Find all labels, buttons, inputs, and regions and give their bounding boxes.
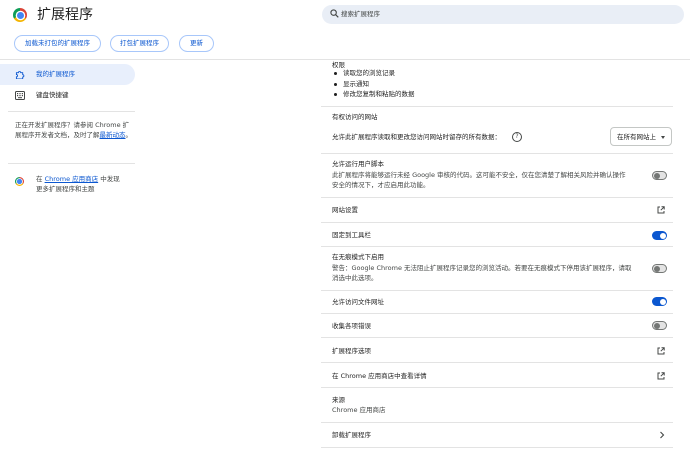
site-settings-row[interactable]: 网站设置 (332, 205, 358, 215)
site-access-selected: 在所有网站上 (617, 133, 656, 141)
section-divider (321, 197, 673, 198)
toggle-knob (654, 265, 660, 272)
toggle-knob (654, 172, 660, 179)
toggle-knob (654, 322, 660, 329)
view-in-store-row[interactable]: 在 Chrome 应用商店中查看详情 (332, 371, 427, 381)
section-divider (321, 362, 673, 363)
pin-toolbar-label: 固定到工具栏 (332, 231, 371, 239)
chevron-right-icon[interactable] (659, 431, 665, 439)
section-divider (321, 106, 673, 107)
permissions-list: 读取您的浏览记录 显示通知 修改您复制和粘贴的数据 (334, 68, 415, 100)
permission-item: 修改您复制和粘贴的数据 (334, 89, 415, 100)
sidebar-item-keyboard-shortcuts[interactable]: 键盘快捷键 (0, 85, 135, 106)
update-button[interactable]: 更新 (179, 35, 214, 52)
latest-news-link[interactable]: 最新动态 (100, 131, 126, 139)
permission-item: 显示通知 (334, 79, 415, 90)
section-divider (321, 313, 673, 314)
sidebar-item-label: 我的扩展程序 (36, 70, 75, 78)
extension-details-panel: 权限 读取您的浏览记录 显示通知 修改您复制和粘贴的数据 有权访问的网站 允许此… (321, 60, 673, 455)
section-divider (321, 222, 673, 223)
pack-extension-button[interactable]: 打包扩展程序 (110, 35, 169, 52)
incognito-title: 在无痕模式下启用 (332, 253, 384, 261)
search-input[interactable]: 搜索扩展程序 (322, 5, 684, 24)
puzzle-icon (15, 71, 25, 79)
chrome-logo-icon (13, 8, 27, 22)
section-divider (321, 387, 673, 388)
user-scripts-title: 允许运行用户脚本 (332, 160, 384, 168)
section-divider (321, 246, 673, 247)
incognito-description: 消选中此选项。 (332, 274, 378, 282)
sidebar-divider (8, 163, 135, 164)
keyboard-icon (15, 91, 25, 100)
user-scripts-description: 此扩展程序将能够运行未经 Google 审核的代码。这可能不安全，仅在您清楚了解… (332, 171, 626, 179)
search-icon (330, 9, 339, 18)
section-divider (321, 153, 673, 154)
dropdown-arrow-icon (661, 136, 665, 139)
page-header: 扩展程序 搜索扩展程序 加载未打包的扩展程序 打包扩展程序 更新 (0, 0, 690, 60)
page-title: 扩展程序 (37, 7, 93, 23)
site-access-heading: 有权访问的网站 (332, 113, 378, 121)
developer-note: 正在开发扩展程序？请参阅 Chrome 扩展程序开发者文档，及时了解最新动态。 (15, 121, 132, 139)
extension-options-row[interactable]: 扩展程序选项 (332, 346, 371, 356)
file-urls-label: 允许访问文件网址 (332, 298, 384, 306)
source-title: 来源 (332, 396, 345, 404)
section-divider (321, 290, 673, 291)
incognito-toggle[interactable] (652, 264, 667, 273)
search-placeholder: 搜索扩展程序 (341, 10, 380, 18)
permission-item: 读取您的浏览记录 (334, 68, 415, 79)
user-scripts-description: 安全的情况下，才应启用此功能。 (332, 181, 430, 189)
user-scripts-toggle[interactable] (652, 171, 667, 180)
help-icon[interactable]: ? (512, 132, 522, 142)
pin-toolbar-toggle[interactable] (652, 231, 667, 240)
section-divider (321, 422, 673, 423)
section-divider (321, 337, 673, 338)
remove-extension-row[interactable]: 卸载扩展程序 (332, 430, 371, 440)
open-external-icon[interactable] (657, 372, 665, 380)
sidebar-item-label: 键盘快捷键 (36, 91, 69, 99)
load-unpacked-button[interactable]: 加载未打包的扩展程序 (14, 35, 101, 52)
toggle-knob (659, 298, 666, 305)
section-divider (321, 447, 673, 448)
site-access-label: 允许此扩展程序读取和更改您访问网站时留存的所有数据： (332, 133, 501, 141)
chrome-web-store-link[interactable]: Chrome 应用商店 (45, 175, 99, 183)
incognito-description: 警告：Google Chrome 无法阻止扩展程序记录您的浏览活动。若要在无痕模… (332, 264, 632, 272)
collect-errors-label: 收集各项错误 (332, 322, 371, 330)
collect-errors-toggle[interactable] (652, 321, 667, 330)
sidebar-item-my-extensions[interactable]: 我的扩展程序 (0, 64, 135, 85)
file-urls-toggle[interactable] (652, 297, 667, 306)
toggle-knob (659, 232, 666, 239)
sidebar-divider (8, 111, 135, 112)
open-external-icon[interactable] (657, 206, 665, 214)
site-access-select[interactable]: 在所有网站上 (610, 127, 672, 146)
source-value: Chrome 应用商店 (332, 406, 386, 414)
open-external-icon[interactable] (657, 347, 665, 355)
chrome-web-store-icon (15, 177, 24, 186)
web-store-note: 在 Chrome 应用商店 中发现更多扩展程序和主题 (36, 175, 120, 193)
